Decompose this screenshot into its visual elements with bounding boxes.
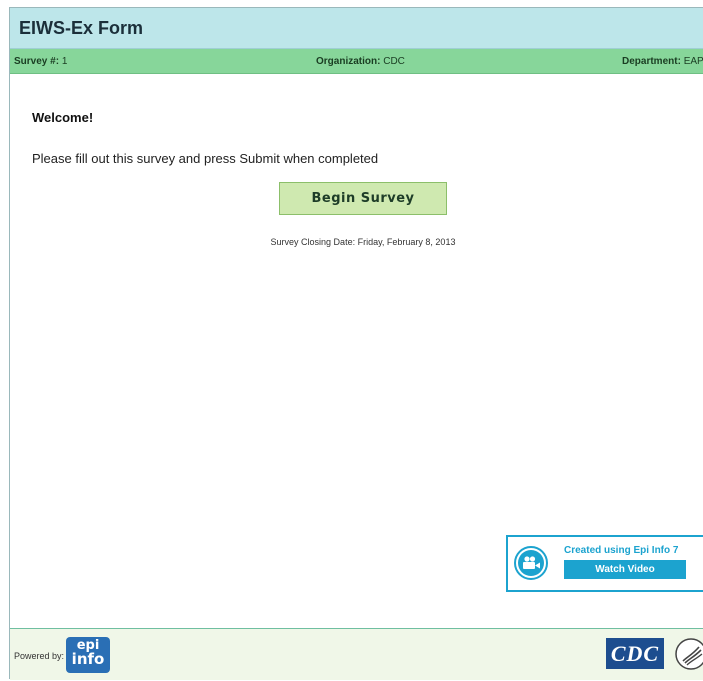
organization: Organization: CDC — [316, 56, 405, 67]
organization-value: CDC — [383, 56, 405, 67]
department: Department: EAP — [622, 56, 703, 67]
survey-number-label: Survey #: — [14, 56, 60, 67]
hhs-seal-icon[interactable] — [674, 637, 703, 671]
epi-info-logo-bottom: info — [71, 650, 105, 668]
closing-date: Survey Closing Date: Friday, February 8,… — [270, 237, 456, 247]
form-title: EIWS-Ex Form — [19, 18, 144, 38]
watch-video-button[interactable]: Watch Video — [564, 560, 686, 579]
department-value: EAP — [683, 56, 703, 67]
organization-label: Organization: — [316, 56, 381, 67]
powered-by-label: Powered by: — [14, 651, 65, 661]
survey-number: Survey #: 1 — [14, 56, 67, 67]
epi-info-logo[interactable]: epi info — [66, 637, 110, 673]
form-window: EIWS-Ex Form Survey #: 1 Organization: C… — [9, 7, 703, 680]
welcome-heading: Welcome! — [32, 110, 94, 125]
video-camera-icon — [514, 546, 548, 580]
begin-survey-button[interactable]: Begin Survey — [279, 182, 447, 215]
department-label: Department: — [622, 56, 681, 67]
survey-number-value: 1 — [61, 56, 68, 67]
title-bar: EIWS-Ex Form — [10, 8, 703, 49]
footer: Powered by: epi info CDC — [10, 628, 703, 680]
cdc-logo[interactable]: CDC — [606, 638, 664, 669]
instructions-text: Please fill out this survey and press Su… — [32, 151, 379, 166]
video-caption: Created using Epi Info 7 — [564, 545, 679, 556]
main-content: Welcome! Please fill out this survey and… — [10, 74, 703, 628]
watch-video-panel[interactable]: Created using Epi Info 7 Watch Video — [506, 535, 703, 592]
survey-info-bar: Survey #: 1 Organization: CDC Department… — [10, 49, 703, 74]
